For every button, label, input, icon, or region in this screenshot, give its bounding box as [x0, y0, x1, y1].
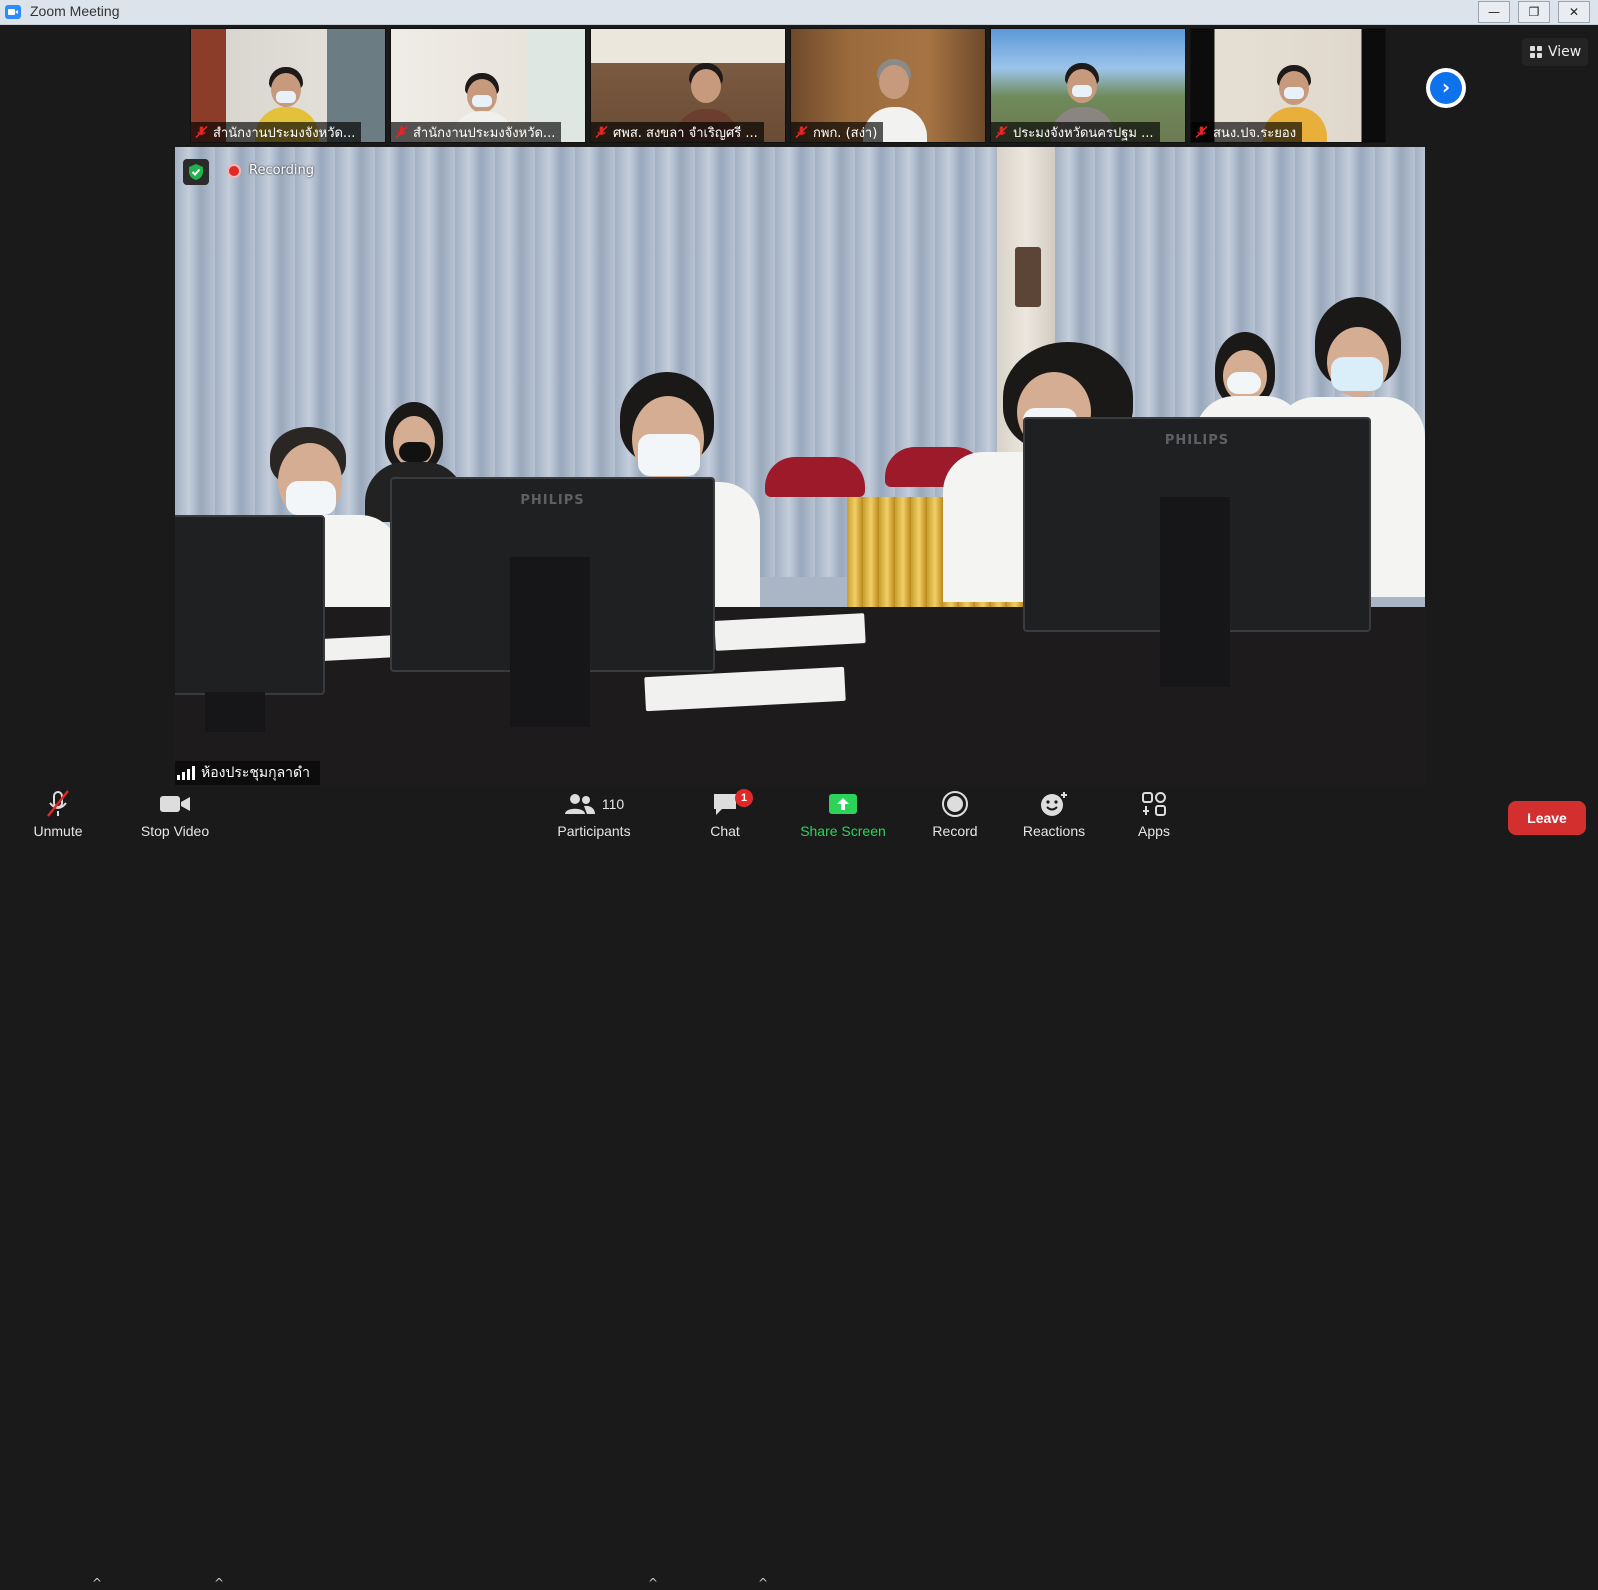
- mic-muted-icon: [47, 790, 69, 817]
- recording-label: Recording: [249, 163, 315, 178]
- participant-thumbnail[interactable]: ศพส. สงขลา จำเริญศรี ...: [590, 28, 786, 143]
- stop-video-label: Stop Video: [140, 823, 210, 839]
- recording-indicator[interactable]: Recording: [227, 163, 314, 178]
- chat-options-caret[interactable]: ^: [758, 1576, 768, 1590]
- record-button[interactable]: Record: [928, 785, 982, 847]
- record-label: Record: [932, 823, 978, 839]
- encryption-badge[interactable]: [183, 159, 209, 185]
- window-title: Zoom Meeting: [30, 3, 120, 19]
- participant-name: ประมงจังหวัดนครปฐม ...: [1013, 125, 1154, 141]
- mic-muted-icon: [195, 125, 208, 139]
- participant-name: กพก. (สง่า): [813, 125, 878, 141]
- mic-muted-icon: [995, 125, 1008, 139]
- unmute-label: Unmute: [33, 823, 83, 839]
- apps-button[interactable]: Apps: [1133, 785, 1175, 847]
- participant-thumbnail-strip: สำนักงานประมงจังหวัด... สำนักงานประมงจัง…: [190, 28, 1410, 145]
- participant-thumbnail[interactable]: ประมงจังหวัดนครปฐม ...: [990, 28, 1186, 143]
- participant-name-bar: สำนักงานประมงจังหวัด...: [191, 122, 362, 142]
- share-screen-button[interactable]: Share Screen: [795, 785, 891, 847]
- reactions-button[interactable]: Reactions: [1018, 785, 1090, 847]
- chat-label: Chat: [710, 823, 740, 839]
- recording-dot-icon: [227, 163, 241, 178]
- red-chair: [765, 457, 865, 497]
- monitor-stand: [1160, 497, 1230, 687]
- stop-video-button[interactable]: Stop Video: [133, 785, 217, 847]
- face-mask: [472, 95, 492, 107]
- chat-unread-badge: 1: [735, 789, 753, 807]
- monitor-brand: PHILIPS: [520, 493, 585, 508]
- view-button[interactable]: View: [1522, 38, 1588, 66]
- view-button-label: View: [1548, 44, 1582, 60]
- participant-name: สำนักงานประมงจังหวัด...: [213, 125, 356, 141]
- participant-name-bar: ประมงจังหวัดนครปฐม ...: [991, 122, 1160, 142]
- record-icon: [942, 791, 968, 817]
- monitor-stand: [205, 692, 265, 732]
- speaker-name-bar: ห้องประชุมกุลาดำ: [175, 761, 320, 785]
- shield-check-icon: [189, 164, 203, 180]
- speaker-name: ห้องประชุมกุลาดำ: [201, 765, 310, 781]
- signal-strength-icon: [177, 766, 195, 780]
- video-options-caret[interactable]: ^: [214, 1576, 224, 1590]
- apps-label: Apps: [1138, 823, 1170, 839]
- computer-monitor: [175, 515, 325, 695]
- participant-name: สนง.ปจ.ระยอง: [1213, 125, 1297, 141]
- mic-muted-icon: [795, 125, 808, 139]
- leave-button[interactable]: Leave: [1508, 801, 1586, 835]
- meeting-toolbar: Unmute ^ Stop Video ^ 110 Participants ^…: [0, 785, 1598, 1590]
- chevron-right-icon: ›: [1430, 72, 1462, 104]
- monitor-brand: PHILIPS: [1164, 433, 1230, 448]
- wall-fixture: [1015, 247, 1041, 307]
- zoom-app-icon: [5, 5, 21, 19]
- reactions-label: Reactions: [1022, 823, 1086, 839]
- smiley-plus-icon: [1041, 792, 1067, 816]
- participant-name: สำนักงานประมงจังหวัด...: [413, 125, 556, 141]
- title-bar: Zoom Meeting — ❐ ✕: [0, 0, 1598, 25]
- mic-muted-icon: [395, 125, 408, 139]
- participant-thumbnail[interactable]: สนง.ปจ.ระยอง: [1190, 28, 1386, 143]
- face-mask: [1072, 85, 1092, 97]
- participant-name-bar: สำนักงานประมงจังหวัด...: [391, 122, 562, 142]
- participants-count: 110: [601, 796, 625, 812]
- share-screen-icon: [829, 794, 857, 814]
- unmute-button[interactable]: Unmute: [28, 785, 88, 847]
- monitor-stand: [510, 557, 590, 727]
- participants-button[interactable]: 110 Participants: [544, 785, 644, 847]
- person-face: [879, 65, 909, 99]
- face-mask: [1284, 87, 1304, 99]
- participant-name-bar: กพก. (สง่า): [791, 122, 884, 142]
- mic-muted-icon: [1195, 125, 1208, 139]
- participants-icon: [564, 794, 595, 814]
- active-speaker-video[interactable]: PHILIPS PHILIPS Recording ห้องประชุมกุลา…: [175, 147, 1425, 785]
- participant-thumbnail[interactable]: สำนักงานประมงจังหวัด...: [190, 28, 386, 143]
- close-window-button[interactable]: ✕: [1558, 1, 1590, 23]
- minimize-button[interactable]: —: [1478, 1, 1510, 23]
- restore-button[interactable]: ❐: [1518, 1, 1550, 23]
- next-page-button[interactable]: ›: [1426, 68, 1466, 108]
- participant-thumbnail[interactable]: กพก. (สง่า): [790, 28, 986, 143]
- audio-options-caret[interactable]: ^: [92, 1576, 102, 1590]
- participant-thumbnail[interactable]: สำนักงานประมงจังหวัด...: [390, 28, 586, 143]
- grid-view-icon: [1530, 46, 1542, 58]
- share-screen-label: Share Screen: [800, 823, 886, 839]
- face-mask: [276, 91, 296, 103]
- participants-options-caret[interactable]: ^: [648, 1576, 658, 1590]
- participant-name-bar: สนง.ปจ.ระยอง: [1191, 122, 1303, 142]
- video-camera-icon: [160, 796, 190, 812]
- participants-label: Participants: [557, 823, 631, 839]
- participant-name-bar: ศพส. สงขลา จำเริญศรี ...: [591, 122, 764, 142]
- mic-muted-icon: [595, 125, 608, 139]
- participant-name: ศพส. สงขลา จำเริญศรี ...: [613, 125, 758, 141]
- apps-icon: [1142, 792, 1166, 816]
- chat-button[interactable]: 1 Chat: [700, 785, 753, 847]
- person-face: [691, 69, 721, 103]
